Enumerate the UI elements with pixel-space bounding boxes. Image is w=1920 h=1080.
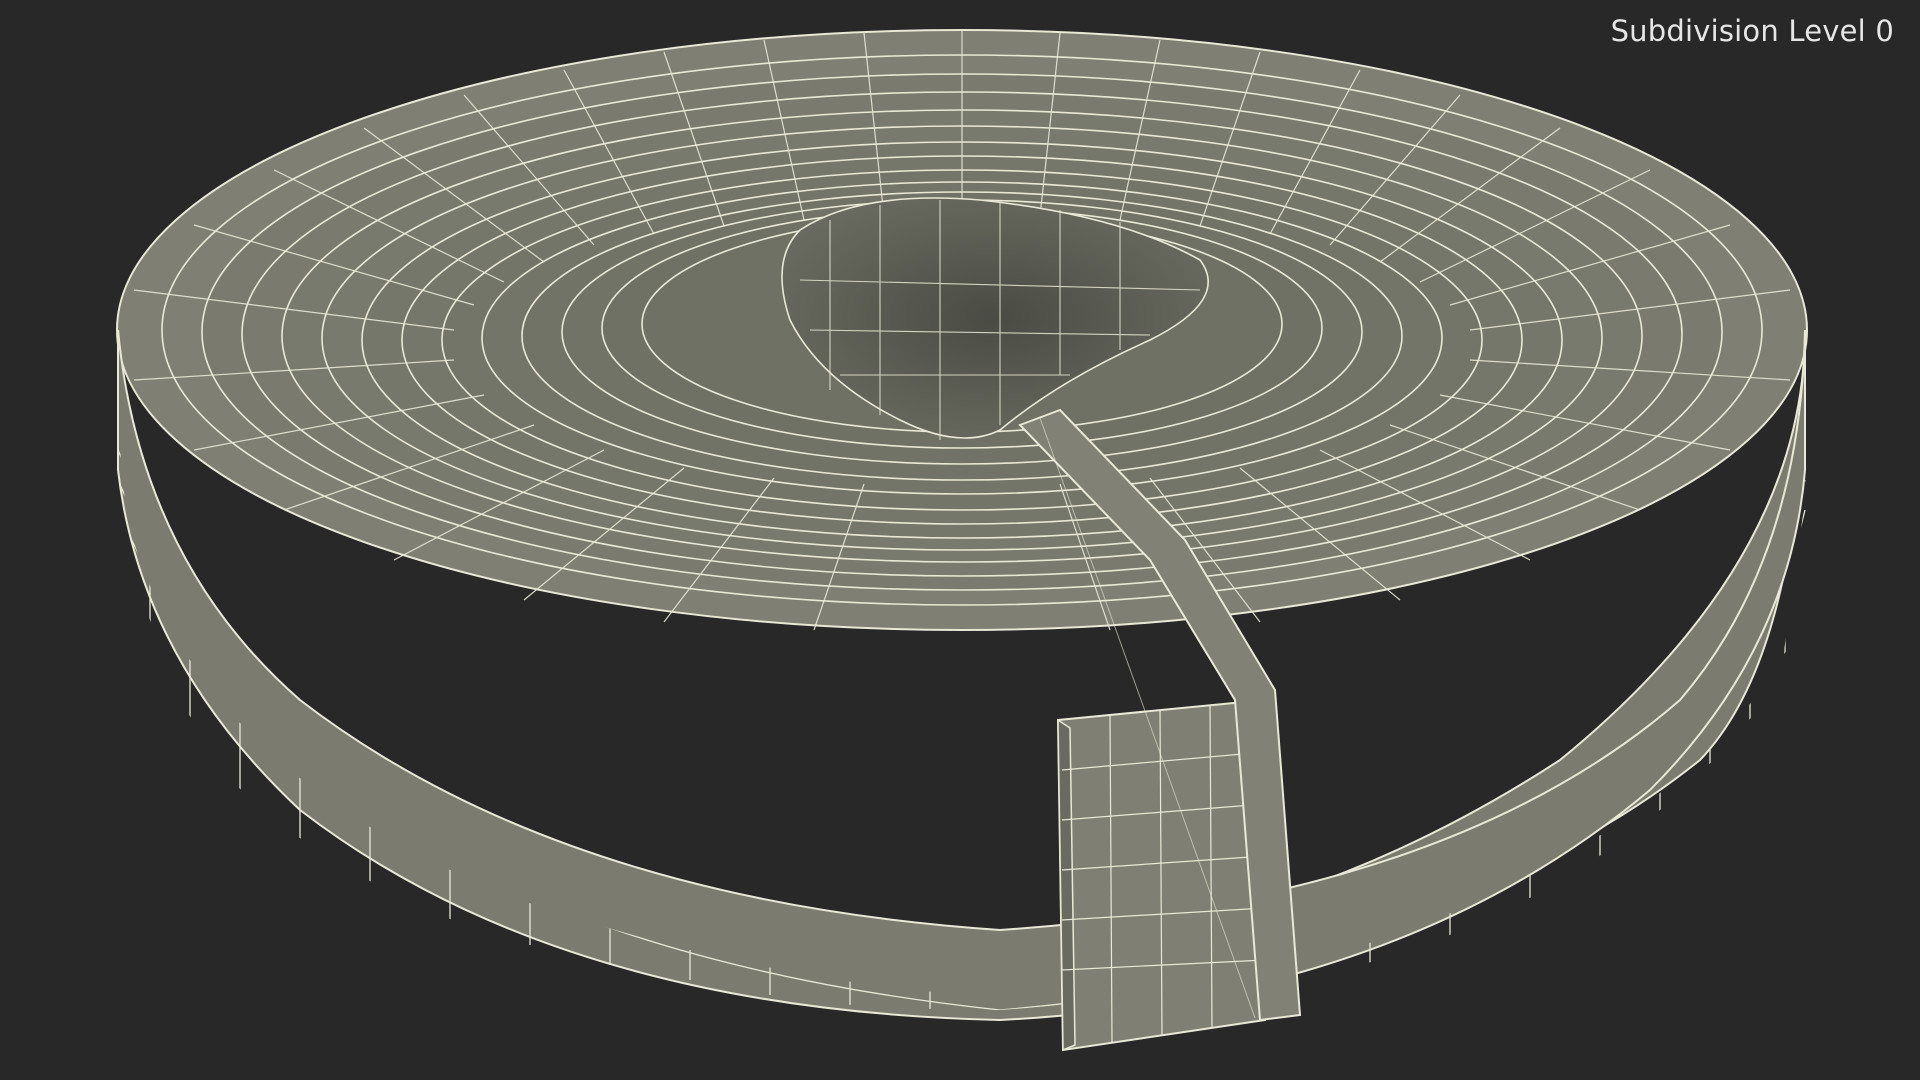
subdivision-level-label: Subdivision Level 0 [1610, 14, 1894, 48]
hose-end-tab [1056, 698, 1266, 1052]
hose-coil-model [116, 29, 1808, 1052]
3d-viewport[interactable]: Subdivision Level 0 [0, 0, 1920, 1080]
coil-top-surface [116, 29, 1808, 631]
